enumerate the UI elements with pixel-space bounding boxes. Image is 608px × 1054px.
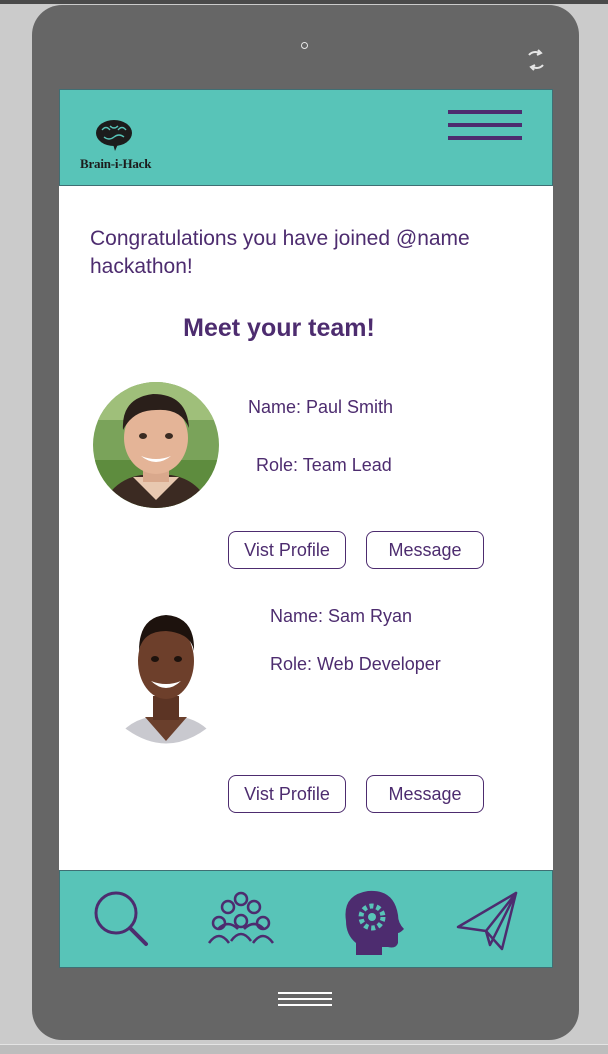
send-icon[interactable] [454, 887, 524, 955]
avatar-sam-ryan [111, 601, 221, 744]
top-edge [0, 0, 608, 4]
brand-name: Brain-i-Hack [80, 156, 152, 171]
member-role: Role: Web Developer [270, 654, 441, 674]
brain-gear-icon[interactable] [336, 887, 406, 955]
congratulations-message: Congratulations you have joined @name ha… [90, 227, 470, 278]
message-button[interactable]: Message [366, 531, 484, 569]
avatar-paul-smith [93, 382, 219, 508]
rotate-icon[interactable] [524, 49, 548, 71]
team-icon[interactable] [206, 887, 276, 955]
search-icon[interactable] [88, 887, 158, 955]
member-role: Role: Team Lead [256, 455, 392, 475]
camera-icon [301, 42, 308, 49]
member-name: Name: Sam Ryan [270, 606, 413, 626]
phone-frame: Brain-i-Hack Congratulations you have jo… [32, 5, 579, 1040]
hamburger-menu-icon[interactable] [448, 110, 523, 144]
member-name: Name: Paul Smith [248, 397, 394, 417]
brain-logo-icon [96, 120, 132, 151]
app-screen: Brain-i-Hack Congratulations you have jo… [59, 89, 553, 968]
app-header: Brain-i-Hack [59, 89, 553, 186]
message-button[interactable]: Message [366, 775, 484, 813]
visit-profile-button[interactable]: Vist Profile [228, 531, 346, 569]
visit-profile-button[interactable]: Vist Profile [228, 775, 346, 813]
home-button[interactable] [278, 992, 332, 1010]
bottom-nav [59, 870, 553, 968]
bottom-edge [0, 1044, 608, 1054]
page-title: Meet your team! [183, 314, 375, 342]
brand-logo[interactable]: Brain-i-Hack [80, 118, 160, 176]
